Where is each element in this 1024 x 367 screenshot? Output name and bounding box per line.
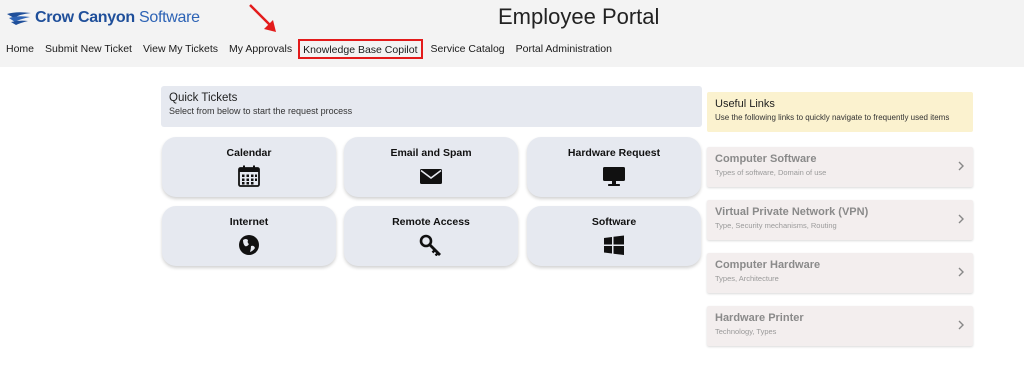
- windows-icon: [604, 235, 624, 255]
- tile-label: Remote Access: [392, 216, 470, 228]
- tile-calendar[interactable]: Calendar: [162, 137, 336, 197]
- link-title: Computer Software: [715, 153, 817, 165]
- tile-label: Software: [591, 216, 637, 228]
- link-title: Computer Hardware: [715, 259, 821, 271]
- annotation-arrow-icon: [249, 4, 276, 32]
- quick-tickets-header: Quick Tickets Select from below to start…: [161, 86, 702, 127]
- tile-email-and-spam[interactable]: Email and Spam: [344, 137, 518, 197]
- crow-logo-icon: [7, 12, 31, 25]
- nav-item-portal-administration[interactable]: Portal Administration: [516, 42, 612, 56]
- tile-label: Calendar: [226, 147, 272, 159]
- useful-links-header: Useful Links Use the following links to …: [707, 92, 973, 132]
- key-icon: [419, 234, 441, 256]
- tile-software[interactable]: Software: [527, 206, 701, 266]
- link-computer-hardware[interactable]: Computer Hardware Types, Architecture: [707, 253, 973, 293]
- link-subtitle: Technology, Types: [715, 327, 777, 336]
- link-subtitle: Type, Security mechanisms, Routing: [715, 221, 837, 230]
- link-hardware-printer[interactable]: Hardware Printer Technology, Types: [707, 306, 973, 346]
- logo-text: Crow Canyon Software: [35, 9, 200, 27]
- monitor-icon: [603, 167, 625, 186]
- top-header: Crow Canyon Software Employee Portal Hom…: [0, 0, 1024, 67]
- tile-label: Email and Spam: [390, 147, 472, 159]
- chevron-right-icon: [958, 320, 964, 330]
- link-computer-software[interactable]: Computer Software Types of software, Dom…: [707, 147, 973, 187]
- link-vpn[interactable]: Virtual Private Network (VPN) Type, Secu…: [707, 200, 973, 240]
- tile-label: Internet: [229, 216, 269, 228]
- calendar-icon: [238, 165, 260, 187]
- globe-icon: [239, 235, 259, 255]
- tile-internet[interactable]: Internet: [162, 206, 336, 266]
- link-subtitle: Types of software, Domain of use: [715, 168, 827, 177]
- nav-item-submit-new-ticket[interactable]: Submit New Ticket: [45, 42, 132, 56]
- page-title: Employee Portal: [498, 4, 660, 29]
- logo-brand: Crow Canyon: [35, 9, 135, 26]
- link-title: Hardware Printer: [715, 312, 804, 324]
- nav-item-service-catalog[interactable]: Service Catalog: [431, 42, 505, 56]
- quick-tickets-title: Quick Tickets: [169, 92, 238, 104]
- nav-item-knowledge-base-copilot[interactable]: Knowledge Base Copilot: [298, 39, 423, 59]
- chevron-right-icon: [958, 161, 964, 171]
- nav-item-home[interactable]: Home: [6, 42, 34, 56]
- quick-tickets-subtitle: Select from below to start the request p…: [169, 106, 353, 116]
- useful-links-title: Useful Links: [715, 98, 775, 110]
- link-subtitle: Types, Architecture: [715, 274, 779, 283]
- tile-remote-access[interactable]: Remote Access: [344, 206, 518, 266]
- logo-suffix: Software: [138, 9, 200, 26]
- link-title: Virtual Private Network (VPN): [715, 206, 869, 218]
- chevron-right-icon: [958, 267, 964, 277]
- company-logo[interactable]: Crow Canyon Software: [6, 7, 200, 29]
- tile-label: Hardware Request: [567, 147, 661, 159]
- main-nav: Home Submit New Ticket View My Tickets M…: [6, 39, 623, 59]
- nav-item-my-approvals[interactable]: My Approvals: [229, 42, 292, 56]
- useful-links-subtitle: Use the following links to quickly navig…: [715, 113, 950, 122]
- nav-item-view-my-tickets[interactable]: View My Tickets: [143, 42, 218, 56]
- envelope-icon: [420, 169, 442, 184]
- chevron-right-icon: [958, 214, 964, 224]
- tile-hardware-request[interactable]: Hardware Request: [527, 137, 701, 197]
